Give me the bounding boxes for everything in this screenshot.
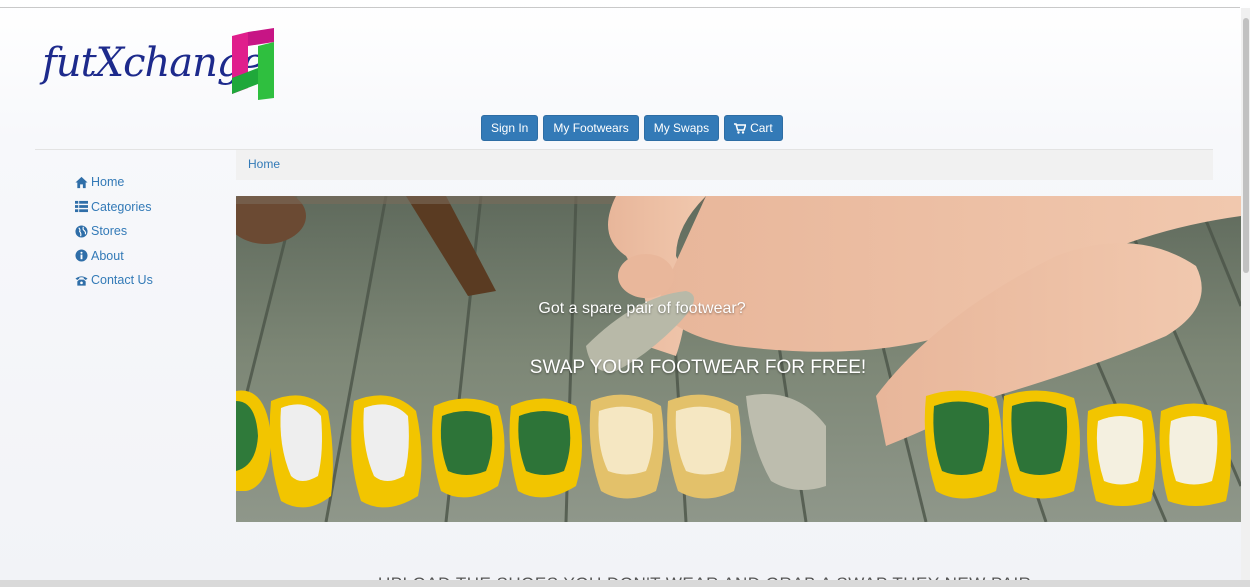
sidebar-item-home[interactable]: Home	[75, 170, 225, 195]
sidebar-item-label: About	[91, 248, 124, 263]
sidebar-item-label: Stores	[91, 224, 128, 239]
hero-tagline: Got a spare pair of footwear?	[538, 300, 746, 317]
cart-icon	[734, 122, 747, 134]
page: futXchange Sign In My Footwears My Swaps…	[0, 0, 1250, 587]
site-logo[interactable]: futXchange	[38, 28, 288, 108]
list-icon	[75, 201, 88, 213]
my-footwears-button[interactable]: My Footwears	[543, 115, 639, 141]
top-rule	[0, 7, 1240, 8]
sidebar-item-categories[interactable]: Categories	[75, 195, 225, 220]
sidebar-item-label: Categories	[91, 199, 152, 214]
sidebar-item-label: Contact Us	[91, 273, 153, 288]
hero-banner: Got a spare pair of footwear? SWAP YOUR …	[236, 196, 1241, 522]
sign-in-button[interactable]: Sign In	[481, 115, 539, 141]
breadcrumb-home-link[interactable]: Home	[248, 157, 280, 171]
cart-label: Cart	[750, 121, 773, 135]
globe-icon	[75, 225, 88, 238]
sidebar-item-contact[interactable]: Contact Us	[75, 268, 225, 293]
breadcrumb: Home	[236, 150, 1213, 180]
sidebar-item-stores[interactable]: Stores	[75, 219, 225, 244]
sidebar-item-label: Home	[91, 175, 125, 190]
home-icon	[75, 176, 88, 188]
sidebar-item-about[interactable]: About	[75, 244, 225, 269]
logo-shoe-icon	[232, 28, 274, 100]
sidebar: Home Categories Stores About Contact Us	[75, 170, 225, 293]
cart-button[interactable]: Cart	[724, 115, 783, 141]
horizontal-scrollbar[interactable]	[0, 580, 1250, 587]
top-nav: Sign In My Footwears My Swaps Cart	[481, 115, 783, 141]
hero-headline: SWAP YOUR FOOTWEAR FOR FREE!	[529, 357, 867, 378]
my-swaps-button[interactable]: My Swaps	[643, 115, 720, 141]
vertical-scroll-thumb[interactable]	[1243, 18, 1249, 273]
info-icon	[75, 249, 88, 262]
phone-icon	[75, 276, 88, 286]
